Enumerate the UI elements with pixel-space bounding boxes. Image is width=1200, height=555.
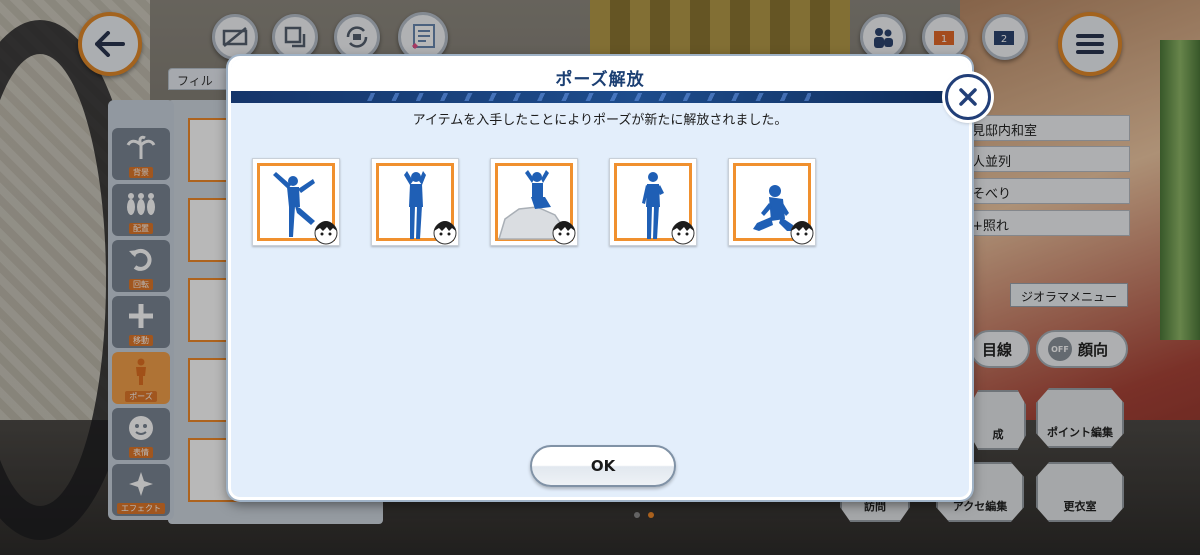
pose-card[interactable] [371,158,459,246]
ok-button[interactable]: OK [530,445,676,487]
header-stripe [231,91,969,103]
close-button[interactable] [945,74,991,120]
character-face-badge-icon [790,221,814,245]
character-face-badge-icon [671,221,695,245]
dialog-title: ポーズ解放 [555,69,645,90]
character-face-badge-icon [552,221,576,245]
pose-card[interactable] [252,158,340,246]
pose-card[interactable] [609,158,697,246]
dialog-message: アイテムを入手したことによりポーズが新たに解放されました。 [412,113,788,128]
close-icon [959,88,977,106]
character-face-badge-icon [314,221,338,245]
dialog-header: ポーズ解放 [231,59,969,95]
pose-card[interactable] [490,158,578,246]
character-face-badge-icon [433,221,457,245]
ok-button-label: OK [590,457,616,475]
pose-unlock-dialog: ポーズ解放 アイテムを入手したことによりポーズが新たに解放されました。 OK [228,56,972,500]
pose-card[interactable] [728,158,816,246]
